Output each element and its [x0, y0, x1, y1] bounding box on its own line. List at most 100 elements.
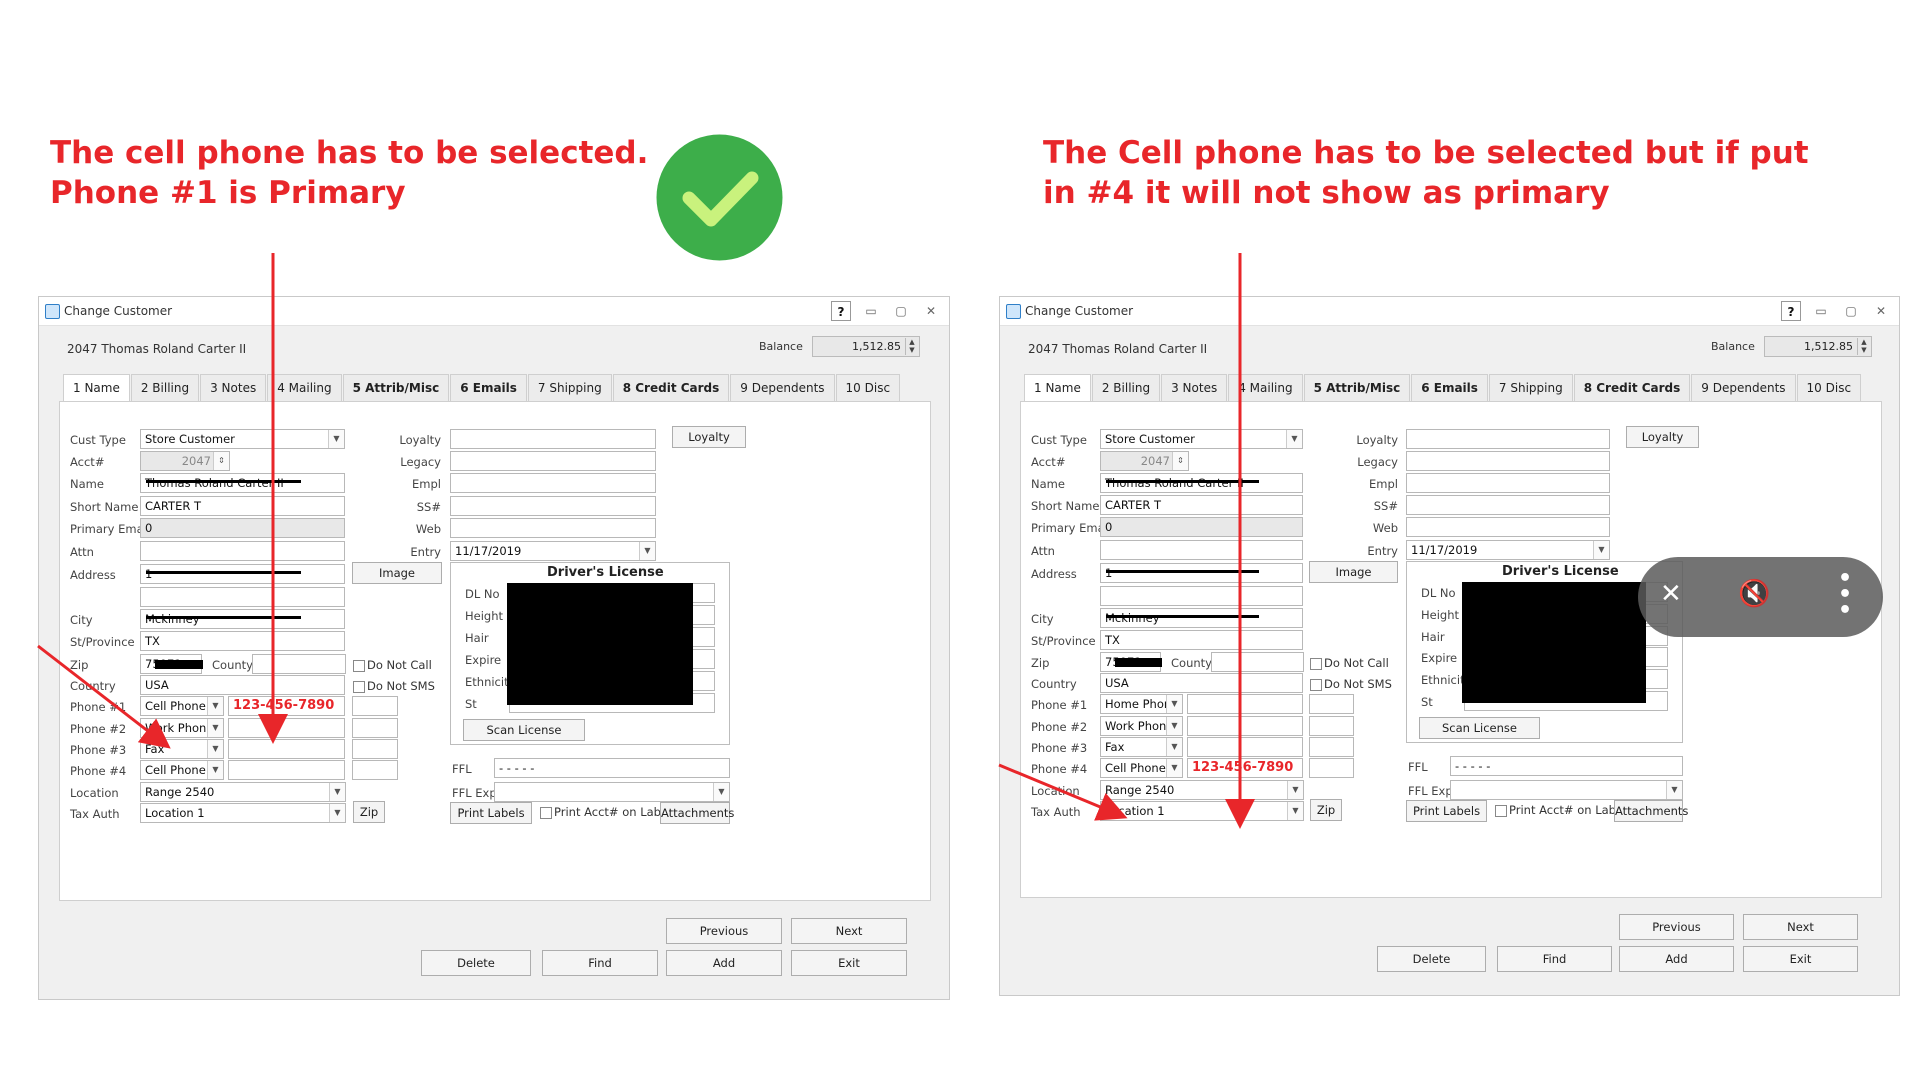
tab-5[interactable]: 5 Attrib/Misc: [342, 374, 450, 401]
tab-4[interactable]: 4 Mailing: [1228, 374, 1303, 401]
legacy-field[interactable]: [1406, 451, 1610, 471]
name-field[interactable]: Thomas Roland Carter II: [1100, 473, 1303, 493]
phone4-type-select[interactable]: Cell Phone ▼: [140, 760, 224, 780]
chevron-down-icon[interactable]: ▼: [328, 430, 344, 448]
spin-icon[interactable]: ⇕: [1172, 452, 1188, 470]
add-button[interactable]: Add: [1619, 946, 1734, 972]
web-field[interactable]: [450, 518, 656, 538]
tab-1[interactable]: 1 Name: [1024, 374, 1091, 403]
previous-button[interactable]: Previous: [666, 918, 782, 944]
phone2-ext-field[interactable]: [1309, 716, 1354, 736]
phone3-ext-field[interactable]: [1309, 737, 1354, 757]
address-line2-field[interactable]: [1100, 586, 1303, 606]
help-icon[interactable]: ?: [831, 301, 851, 321]
chevron-down-icon[interactable]: ▼: [639, 542, 655, 560]
tab-7[interactable]: 7 Shipping: [1488, 374, 1573, 401]
phone4-number-field[interactable]: 123-456-7890: [1187, 758, 1303, 778]
tab-3[interactable]: 3 Notes: [200, 374, 267, 401]
attachments-button[interactable]: Attachments: [1614, 800, 1688, 822]
phone4-ext-field[interactable]: [352, 760, 398, 780]
tab-10[interactable]: 10 Disc: [835, 374, 901, 401]
image-button[interactable]: Image: [1309, 561, 1398, 583]
loyalty-field[interactable]: [1406, 429, 1610, 449]
short-name-field[interactable]: CARTER T: [1100, 495, 1303, 515]
phone3-type-select[interactable]: Fax ▼: [1100, 737, 1183, 757]
chevron-down-icon[interactable]: ▼: [207, 719, 223, 737]
chevron-down-icon[interactable]: ▼: [1166, 738, 1182, 756]
chevron-down-icon[interactable]: ▼: [1166, 695, 1182, 713]
location-select[interactable]: Range 2540 ▼: [140, 782, 346, 802]
next-button[interactable]: Next: [1743, 914, 1858, 940]
tab-8[interactable]: 8 Credit Cards: [612, 374, 730, 401]
chevron-down-icon[interactable]: ▼: [713, 783, 729, 801]
phone4-number-field[interactable]: [228, 760, 345, 780]
entry-date-field[interactable]: 11/17/2019 ▼: [1406, 540, 1610, 560]
do-not-call-checkbox[interactable]: [353, 660, 365, 672]
chevron-down-icon[interactable]: ▼: [1287, 781, 1303, 799]
county-field[interactable]: [252, 654, 346, 674]
close-icon[interactable]: ✕: [1871, 301, 1891, 321]
country-field[interactable]: USA: [140, 675, 345, 695]
tab-6[interactable]: 6 Emails: [1411, 374, 1488, 401]
loyalty-field[interactable]: [450, 429, 656, 449]
chevron-down-icon[interactable]: ▼: [329, 804, 345, 822]
phone1-ext-field[interactable]: [352, 696, 398, 716]
acct-field[interactable]: 2047 ⇕: [140, 451, 230, 471]
address-line2-field[interactable]: [140, 587, 345, 607]
chevron-down-icon[interactable]: ▼: [207, 761, 223, 779]
delete-button[interactable]: Delete: [421, 950, 531, 976]
address-field[interactable]: 1: [140, 564, 345, 584]
do-not-call-checkbox[interactable]: [1310, 658, 1322, 670]
find-button[interactable]: Find: [542, 950, 658, 976]
loyalty-button[interactable]: Loyalty: [1626, 426, 1699, 448]
phone1-number-field[interactable]: [1187, 694, 1303, 714]
tax-auth-select[interactable]: Location 1 ▼: [140, 803, 346, 823]
mute-icon[interactable]: 🔇: [1738, 579, 1770, 609]
primary-email-field[interactable]: 0: [140, 518, 345, 538]
chevron-down-icon[interactable]: ▼: [1166, 759, 1182, 777]
chevron-down-icon[interactable]: ▼: [1287, 802, 1303, 820]
close-icon[interactable]: ✕: [921, 301, 941, 321]
loyalty-button[interactable]: Loyalty: [672, 426, 746, 448]
minimize-icon[interactable]: ▭: [861, 301, 881, 321]
print-labels-button[interactable]: Print Labels: [1406, 800, 1487, 822]
more-icon[interactable]: • • •: [1838, 568, 1852, 622]
spin-icon[interactable]: ▲ ▼: [1857, 338, 1870, 355]
phone1-type-select[interactable]: Home Phone ▼: [1100, 694, 1183, 714]
address-field[interactable]: 1: [1100, 563, 1303, 583]
maximize-icon[interactable]: ▢: [891, 301, 911, 321]
chevron-down-icon[interactable]: ▼: [1286, 430, 1302, 448]
phone2-type-select[interactable]: Work Phone ▼: [140, 718, 224, 738]
phone2-type-select[interactable]: Work Phone ▼: [1100, 716, 1183, 736]
do-not-sms-checkbox[interactable]: [353, 681, 365, 693]
attn-field[interactable]: [140, 541, 345, 561]
tab-8[interactable]: 8 Credit Cards: [1573, 374, 1691, 401]
minimize-icon[interactable]: ▭: [1811, 301, 1831, 321]
phone2-number-field[interactable]: [1187, 716, 1303, 736]
name-field[interactable]: Thomas Roland Carter II: [140, 473, 345, 493]
tab-9[interactable]: 9 Dependents: [1691, 374, 1796, 401]
cust-type-select[interactable]: Store Customer ▼: [1100, 429, 1303, 449]
maximize-icon[interactable]: ▢: [1841, 301, 1861, 321]
print-acct-checkbox[interactable]: [1495, 805, 1507, 817]
spin-icon[interactable]: ⇕: [213, 452, 229, 470]
tab-3[interactable]: 3 Notes: [1161, 374, 1228, 401]
chevron-down-icon[interactable]: ▼: [1593, 541, 1609, 559]
cust-type-select[interactable]: Store Customer ▼: [140, 429, 345, 449]
location-select[interactable]: Range 2540 ▼: [1100, 780, 1304, 800]
previous-button[interactable]: Previous: [1619, 914, 1734, 940]
phone1-ext-field[interactable]: [1309, 694, 1354, 714]
chevron-down-icon[interactable]: ▼: [1666, 781, 1682, 799]
tab-2[interactable]: 2 Billing: [130, 374, 200, 401]
image-button[interactable]: Image: [352, 562, 442, 584]
close-icon[interactable]: ✕: [1660, 579, 1682, 609]
phone4-type-select[interactable]: Cell Phone ▼: [1100, 758, 1183, 778]
attachments-button[interactable]: Attachments: [660, 802, 734, 824]
tax-auth-select[interactable]: Location 1 ▼: [1100, 801, 1304, 821]
tab-1[interactable]: 1 Name: [63, 374, 130, 403]
phone3-ext-field[interactable]: [352, 739, 398, 759]
tab-7[interactable]: 7 Shipping: [527, 374, 612, 401]
find-button[interactable]: Find: [1497, 946, 1612, 972]
phone1-type-select[interactable]: Cell Phone ▼: [140, 696, 224, 716]
country-field[interactable]: USA: [1100, 673, 1303, 693]
